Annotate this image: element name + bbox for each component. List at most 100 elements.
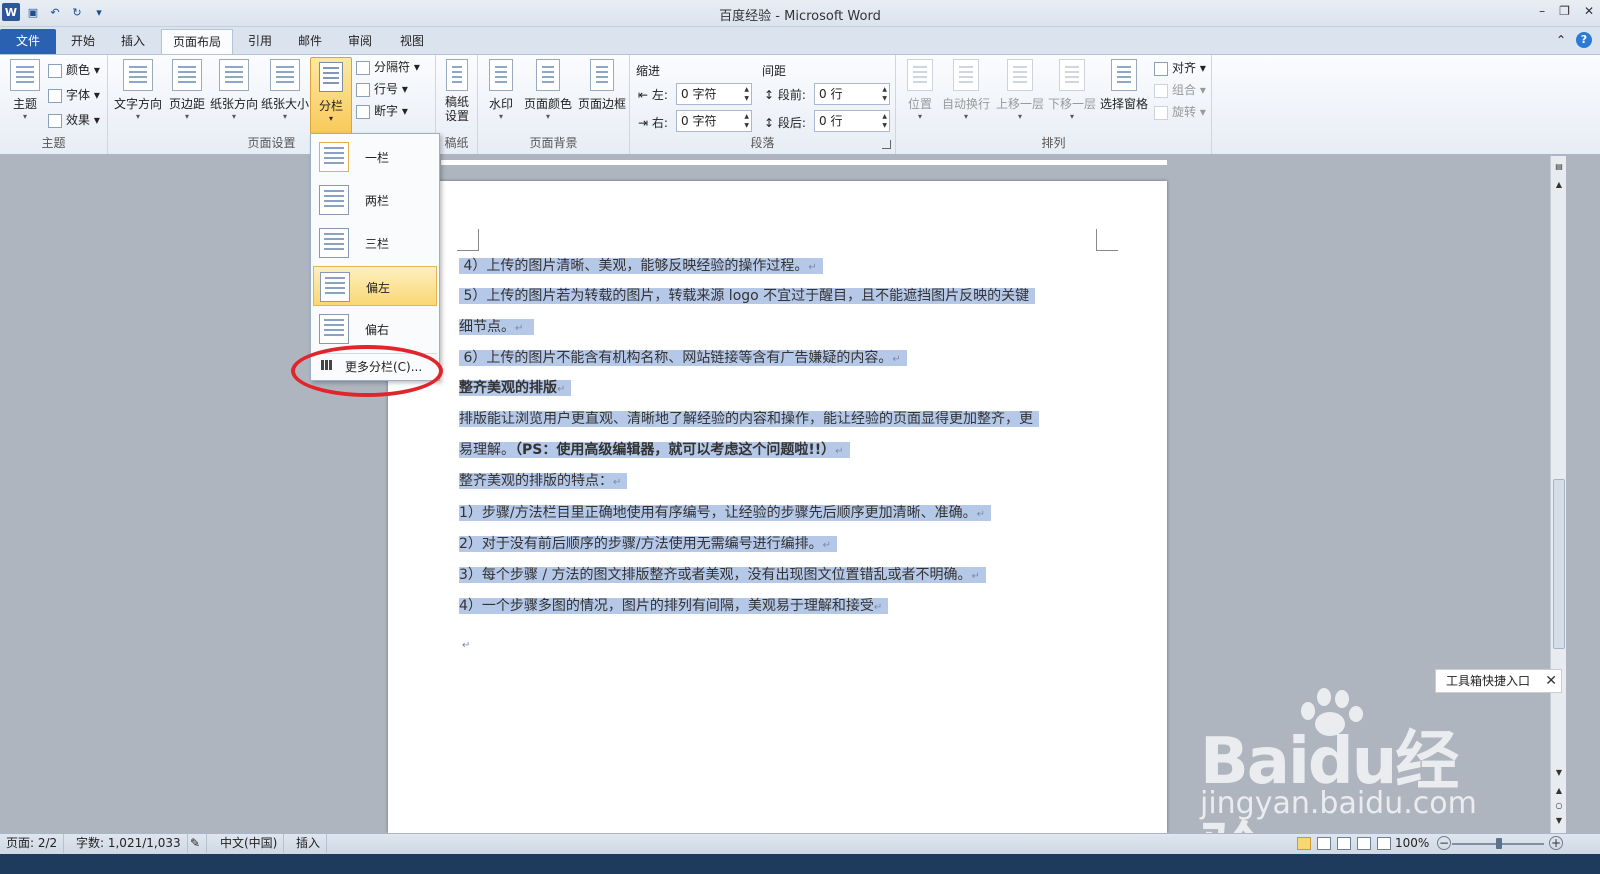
page-borders-button[interactable]: 页面边框 [574,59,630,112]
page-color-button[interactable]: 页面颜色 ▾ [520,59,576,121]
fonts-button[interactable]: 字体 ▾ [48,84,100,106]
group-theme: 主题 ▾ 颜色 ▾ 字体 ▾ 效果 ▾ 主题 [0,55,108,154]
web-layout-icon[interactable] [1337,837,1351,850]
previous-page-icon[interactable]: ▲ [1551,786,1567,795]
zoom-slider-knob[interactable] [1496,838,1502,849]
paragraph-mark: ↵ [971,571,980,582]
tab-insert[interactable]: 插入 [110,29,156,54]
help-icon[interactable]: ? [1576,32,1592,48]
send-backward-button[interactable]: 下移一层 ▾ [1046,59,1098,121]
doc-empty-line[interactable]: ↵ [462,630,470,659]
zoom-level[interactable]: 100% [1395,834,1429,853]
spacing-after-input[interactable]: 0 行 [814,110,890,132]
spacing-before-input[interactable]: 0 行 [814,83,890,105]
line-numbers-button[interactable]: 行号 ▾ [356,78,408,100]
doc-line[interactable]: 6）上传的图片不能含有机构名称、网站链接等含有广告嫌疑的内容。↵ [459,344,907,373]
close-icon[interactable]: ✕ [1584,4,1594,18]
tab-file[interactable]: 文件 [0,29,56,54]
tab-page-layout[interactable]: 页面布局 [161,29,233,54]
fonts-label: 字体 [66,88,91,102]
scrollbar-thumb[interactable] [1553,479,1565,649]
scroll-up-icon[interactable]: ▲ [1551,180,1567,189]
columns-option-left[interactable]: 偏左 [313,266,437,306]
doc-line[interactable]: 排版能让浏览用户更直观、清晰地了解经验的内容和操作，能让经验的页面显得更加整齐，… [459,405,1039,434]
columns-button[interactable]: 分栏 ▾ [310,57,352,135]
selection-pane-button[interactable]: 选择窗格 [1098,59,1150,112]
browse-object-icon[interactable]: ○ [1551,801,1567,810]
columns-option-right[interactable]: 偏右 [313,309,437,349]
doc-line[interactable]: 4）一个步骤多图的情况，图片的排列有间隔，美观易于理解和接受↵ [459,592,889,621]
minimize-icon[interactable]: – [1539,4,1545,18]
proofing-icon[interactable]: ✎ [184,834,208,853]
wrap-text-button[interactable]: 自动换行 ▾ [940,59,992,121]
margins-button[interactable]: 页边距 ▾ [162,59,212,121]
close-icon[interactable]: ✕ [1545,670,1557,692]
chevron-down-icon: ▾ [963,112,968,121]
fonts-icon [48,88,62,103]
draft-settings-button[interactable]: 稿纸 设置 [436,59,478,123]
paragraph-dialog-launcher-icon[interactable] [882,140,891,149]
line-text: 整齐美观的排版的特点： [459,473,613,489]
doc-line[interactable]: 5）上传的图片若为转载的图片，转载来源 logo 不宜过于醒目，且不能遮挡图片反… [459,282,1036,311]
selected-text: 整齐美观的排版↵ [459,380,572,396]
status-insert-mode[interactable]: 插入 [290,834,328,853]
group-objects-button[interactable]: 组合 ▾ [1154,79,1206,101]
next-page-icon[interactable]: ▼ [1551,816,1567,825]
breaks-label: 分隔符 [374,60,411,74]
draft-view-icon[interactable] [1377,837,1391,850]
text-direction-button[interactable]: 文字方向 ▾ [112,59,164,121]
theme-button[interactable]: 主题 ▾ [0,59,50,121]
doc-heading[interactable]: 整齐美观的排版↵ [459,374,572,403]
position-button[interactable]: 位置 ▾ [900,59,940,121]
paragraph-mark: ↵ [873,602,883,613]
status-language[interactable]: 中文(中国) [214,834,285,853]
doc-line[interactable]: 细节点。↵ [459,313,534,342]
full-screen-reading-icon[interactable] [1317,837,1331,850]
indent-right-input[interactable]: 0 字符 [676,110,752,132]
print-layout-icon[interactable] [1297,837,1311,850]
tab-view[interactable]: 视图 [390,29,434,54]
outline-icon[interactable] [1357,837,1371,850]
chevron-down-icon: ▾ [328,114,333,123]
doc-line[interactable]: 3）每个步骤 / 方法的图文排版整齐或者美观，没有出现图文位置错乱或者不明确。↵ [459,561,986,590]
vertical-scrollbar[interactable]: ▤ ▲ ▼ ▲ ○ ▼ [1550,156,1566,833]
doc-line[interactable]: 2）对于没有前后顺序的步骤/方法使用无需编号进行编排。↵ [459,530,838,559]
zoom-out-icon[interactable]: − [1437,836,1451,850]
restore-icon[interactable]: ❐ [1559,4,1570,18]
indent-left-input[interactable]: 0 字符 [676,83,752,105]
effects-button[interactable]: 效果 ▾ [48,109,100,131]
align-button[interactable]: 对齐 ▾ [1154,57,1206,79]
breaks-button[interactable]: 分隔符 ▾ [356,56,420,78]
doc-line[interactable]: 整齐美观的排版的特点：↵ [459,467,628,496]
colors-button[interactable]: 颜色 ▾ [48,59,100,81]
selected-text: 排版能让浏览用户更直观、清晰地了解经验的内容和操作，能让经验的页面显得更加整齐，… [459,411,1039,427]
scroll-down-icon[interactable]: ▼ [1551,768,1567,777]
columns-option-one[interactable]: 一栏 [313,137,437,177]
doc-line[interactable]: 1）步骤/方法栏目里正确地使用有序编号，让经验的步骤先后顺序更加清晰、准确。↵ [459,499,992,528]
line-text: 4）上传的图片清晰、美观，能够反映经验的操作过程。 [463,258,809,274]
columns-option-three[interactable]: 三栏 [313,223,437,263]
spacing-before-label: ↕ 段前: [764,86,806,103]
status-page[interactable]: 页面: 2/2 [0,834,65,853]
status-word-count[interactable]: 字数: 1,021/1,033 [70,834,188,853]
size-button[interactable]: 纸张大小 ▾ [259,59,311,121]
ruler-toggle-icon[interactable]: ▤ [1551,162,1567,171]
doc-line[interactable]: 4）上传的图片清晰、美观，能够反映经验的操作过程。↵ [459,252,823,281]
group-label-arrange: 排列 [1041,136,1066,150]
doc-line[interactable]: 易理解。（PS：使用高级编辑器，就可以考虑这个问题啦!!）↵ [459,436,850,465]
orientation-button[interactable]: 纸张方向 ▾ [208,59,260,121]
tab-references[interactable]: 引用 [238,29,282,54]
zoom-in-icon[interactable]: + [1549,836,1563,850]
tab-home[interactable]: 开始 [60,29,106,54]
columns-option-two[interactable]: 两栏 [313,180,437,220]
hyphenation-button[interactable]: 断字 ▾ [356,100,408,122]
line-numbers-icon [356,82,370,97]
collapse-ribbon-icon[interactable]: ⌃ [1556,33,1566,47]
chevron-down-icon: ▾ [545,112,550,121]
tab-mailings[interactable]: 邮件 [288,29,332,54]
tab-review[interactable]: 审阅 [338,29,382,54]
bring-forward-button[interactable]: 上移一层 ▾ [994,59,1046,121]
rotate-button[interactable]: 旋转 ▾ [1154,101,1206,123]
watermark-button[interactable]: 水印 ▾ [480,59,522,121]
chevron-down-icon: ▾ [135,112,140,121]
